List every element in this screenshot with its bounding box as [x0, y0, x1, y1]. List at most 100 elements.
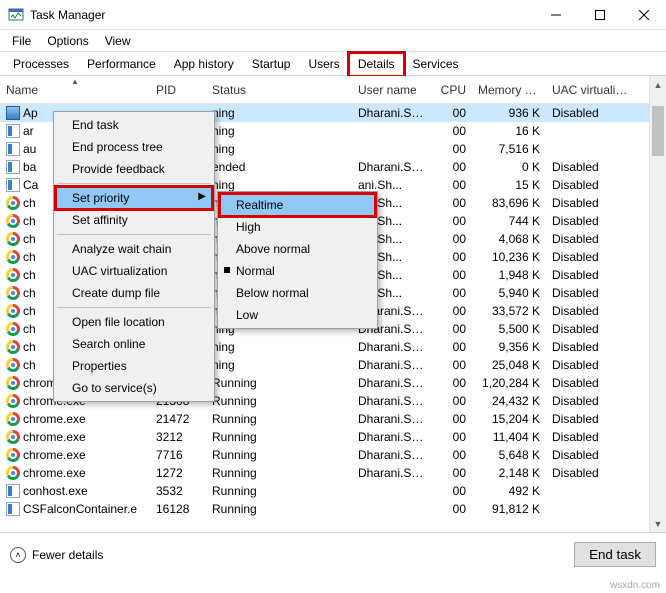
process-cpu: 00: [430, 340, 472, 354]
priority-above-normal[interactable]: Above normal: [220, 238, 375, 260]
process-name: ch: [23, 358, 36, 372]
menubar: File Options View: [0, 30, 666, 52]
table-row[interactable]: CSFalconContainer.e16128Running0091,812 …: [0, 500, 666, 518]
process-cpu: 00: [430, 142, 472, 156]
process-name: ch: [23, 232, 36, 246]
table-row[interactable]: chrome.exe7716RunningDharani.Sh...005,64…: [0, 446, 666, 464]
ctx-create-dump-file[interactable]: Create dump file: [56, 282, 212, 304]
process-status: Running: [206, 412, 352, 426]
col-pid[interactable]: PID: [150, 79, 206, 101]
process-memory: 7,516 K: [472, 142, 546, 156]
priority-realtime[interactable]: Realtime: [220, 194, 375, 216]
priority-low[interactable]: Low: [220, 304, 375, 326]
watermark: wsxdn.com: [610, 580, 660, 591]
menu-file[interactable]: File: [4, 32, 39, 50]
process-cpu: 00: [430, 376, 472, 390]
process-cpu: 00: [430, 466, 472, 480]
process-memory: 25,048 K: [472, 358, 546, 372]
menu-options[interactable]: Options: [39, 32, 96, 50]
process-cpu: 00: [430, 502, 472, 516]
process-memory: 15,204 K: [472, 412, 546, 426]
process-memory: 9,356 K: [472, 340, 546, 354]
tab-services[interactable]: Services: [404, 53, 468, 75]
tab-users[interactable]: Users: [299, 53, 348, 75]
process-name: ch: [23, 196, 36, 210]
ctx-uac-virtualization[interactable]: UAC virtualization: [56, 260, 212, 282]
tab-startup[interactable]: Startup: [243, 53, 300, 75]
taskmgr-icon: [8, 7, 24, 23]
process-cpu: 00: [430, 178, 472, 192]
table-row[interactable]: chrome.exe21472RunningDharani.Sh...0015,…: [0, 410, 666, 428]
process-uac: Disabled: [546, 304, 638, 318]
scroll-up-icon[interactable]: ▲: [650, 76, 666, 93]
process-icon: [6, 106, 20, 120]
process-icon: [6, 214, 20, 228]
process-name: chrome.exe: [23, 430, 86, 444]
col-user[interactable]: User name: [352, 79, 430, 101]
ctx-set-affinity[interactable]: Set affinity: [56, 209, 212, 231]
col-cpu[interactable]: CPU: [430, 79, 472, 101]
col-name[interactable]: Name▲: [0, 79, 150, 101]
scroll-down-icon[interactable]: ▼: [650, 515, 666, 532]
col-uac[interactable]: UAC virtualizat...: [546, 79, 638, 101]
fewer-details-label: Fewer details: [32, 548, 103, 562]
process-icon: [6, 286, 20, 300]
process-name: conhost.exe: [23, 484, 88, 498]
tab-performance[interactable]: Performance: [78, 53, 165, 75]
process-icon: [6, 376, 20, 390]
checked-icon: [224, 267, 230, 273]
col-memory[interactable]: Memory (a...: [472, 79, 546, 101]
process-user: Dharani.Sh...: [352, 412, 430, 426]
maximize-button[interactable]: [578, 0, 622, 30]
process-icon: [6, 466, 20, 480]
ctx-end-task[interactable]: End task: [56, 114, 212, 136]
process-uac: Disabled: [546, 394, 638, 408]
tab-processes[interactable]: Processes: [4, 53, 78, 75]
fewer-details-button[interactable]: ˄ Fewer details: [10, 547, 103, 563]
tab-details[interactable]: Details: [349, 53, 404, 76]
process-memory: 0 K: [472, 160, 546, 174]
process-memory: 744 K: [472, 214, 546, 228]
menu-view[interactable]: View: [97, 32, 139, 50]
ctx-provide-feedback[interactable]: Provide feedback: [56, 158, 212, 180]
close-button[interactable]: [622, 0, 666, 30]
process-cpu: 00: [430, 232, 472, 246]
process-user: Dharani.Sh...: [352, 430, 430, 444]
process-memory: 936 K: [472, 106, 546, 120]
ctx-properties[interactable]: Properties: [56, 355, 212, 377]
table-row[interactable]: chrome.exe3212RunningDharani.Sh...0011,4…: [0, 428, 666, 446]
process-uac: Disabled: [546, 214, 638, 228]
table-row[interactable]: conhost.exe3532Running00492 K: [0, 482, 666, 500]
minimize-button[interactable]: [534, 0, 578, 30]
ctx-analyze-wait-chain[interactable]: Analyze wait chain: [56, 238, 212, 260]
process-memory: 1,948 K: [472, 268, 546, 282]
col-status[interactable]: Status: [206, 79, 352, 101]
titlebar: Task Manager: [0, 0, 666, 30]
scroll-thumb[interactable]: [652, 106, 664, 156]
table-row[interactable]: chrome.exe1272RunningDharani.Sh...002,14…: [0, 464, 666, 482]
process-uac: Disabled: [546, 466, 638, 480]
process-cpu: 00: [430, 484, 472, 498]
end-task-button[interactable]: End task: [574, 542, 656, 567]
process-status: ning: [206, 340, 352, 354]
priority-below-normal[interactable]: Below normal: [220, 282, 375, 304]
process-name: ch: [23, 322, 36, 336]
separator: [57, 183, 211, 184]
process-uac: Disabled: [546, 232, 638, 246]
process-name: ch: [23, 250, 36, 264]
process-uac: Disabled: [546, 340, 638, 354]
ctx-set-priority[interactable]: Set priority▶: [56, 187, 212, 209]
ctx-go-to-service-s-[interactable]: Go to service(s): [56, 377, 212, 399]
tab-app-history[interactable]: App history: [165, 53, 243, 75]
footer: ˄ Fewer details End task: [0, 532, 666, 576]
tabs: Processes Performance App history Startu…: [0, 52, 666, 76]
scrollbar-vertical[interactable]: ▲ ▼: [649, 76, 666, 532]
ctx-open-file-location[interactable]: Open file location: [56, 311, 212, 333]
process-memory: 5,500 K: [472, 322, 546, 336]
ctx-end-process-tree[interactable]: End process tree: [56, 136, 212, 158]
ctx-search-online[interactable]: Search online: [56, 333, 212, 355]
process-memory: 2,148 K: [472, 466, 546, 480]
priority-normal[interactable]: Normal: [220, 260, 375, 282]
priority-high[interactable]: High: [220, 216, 375, 238]
process-cpu: 00: [430, 106, 472, 120]
